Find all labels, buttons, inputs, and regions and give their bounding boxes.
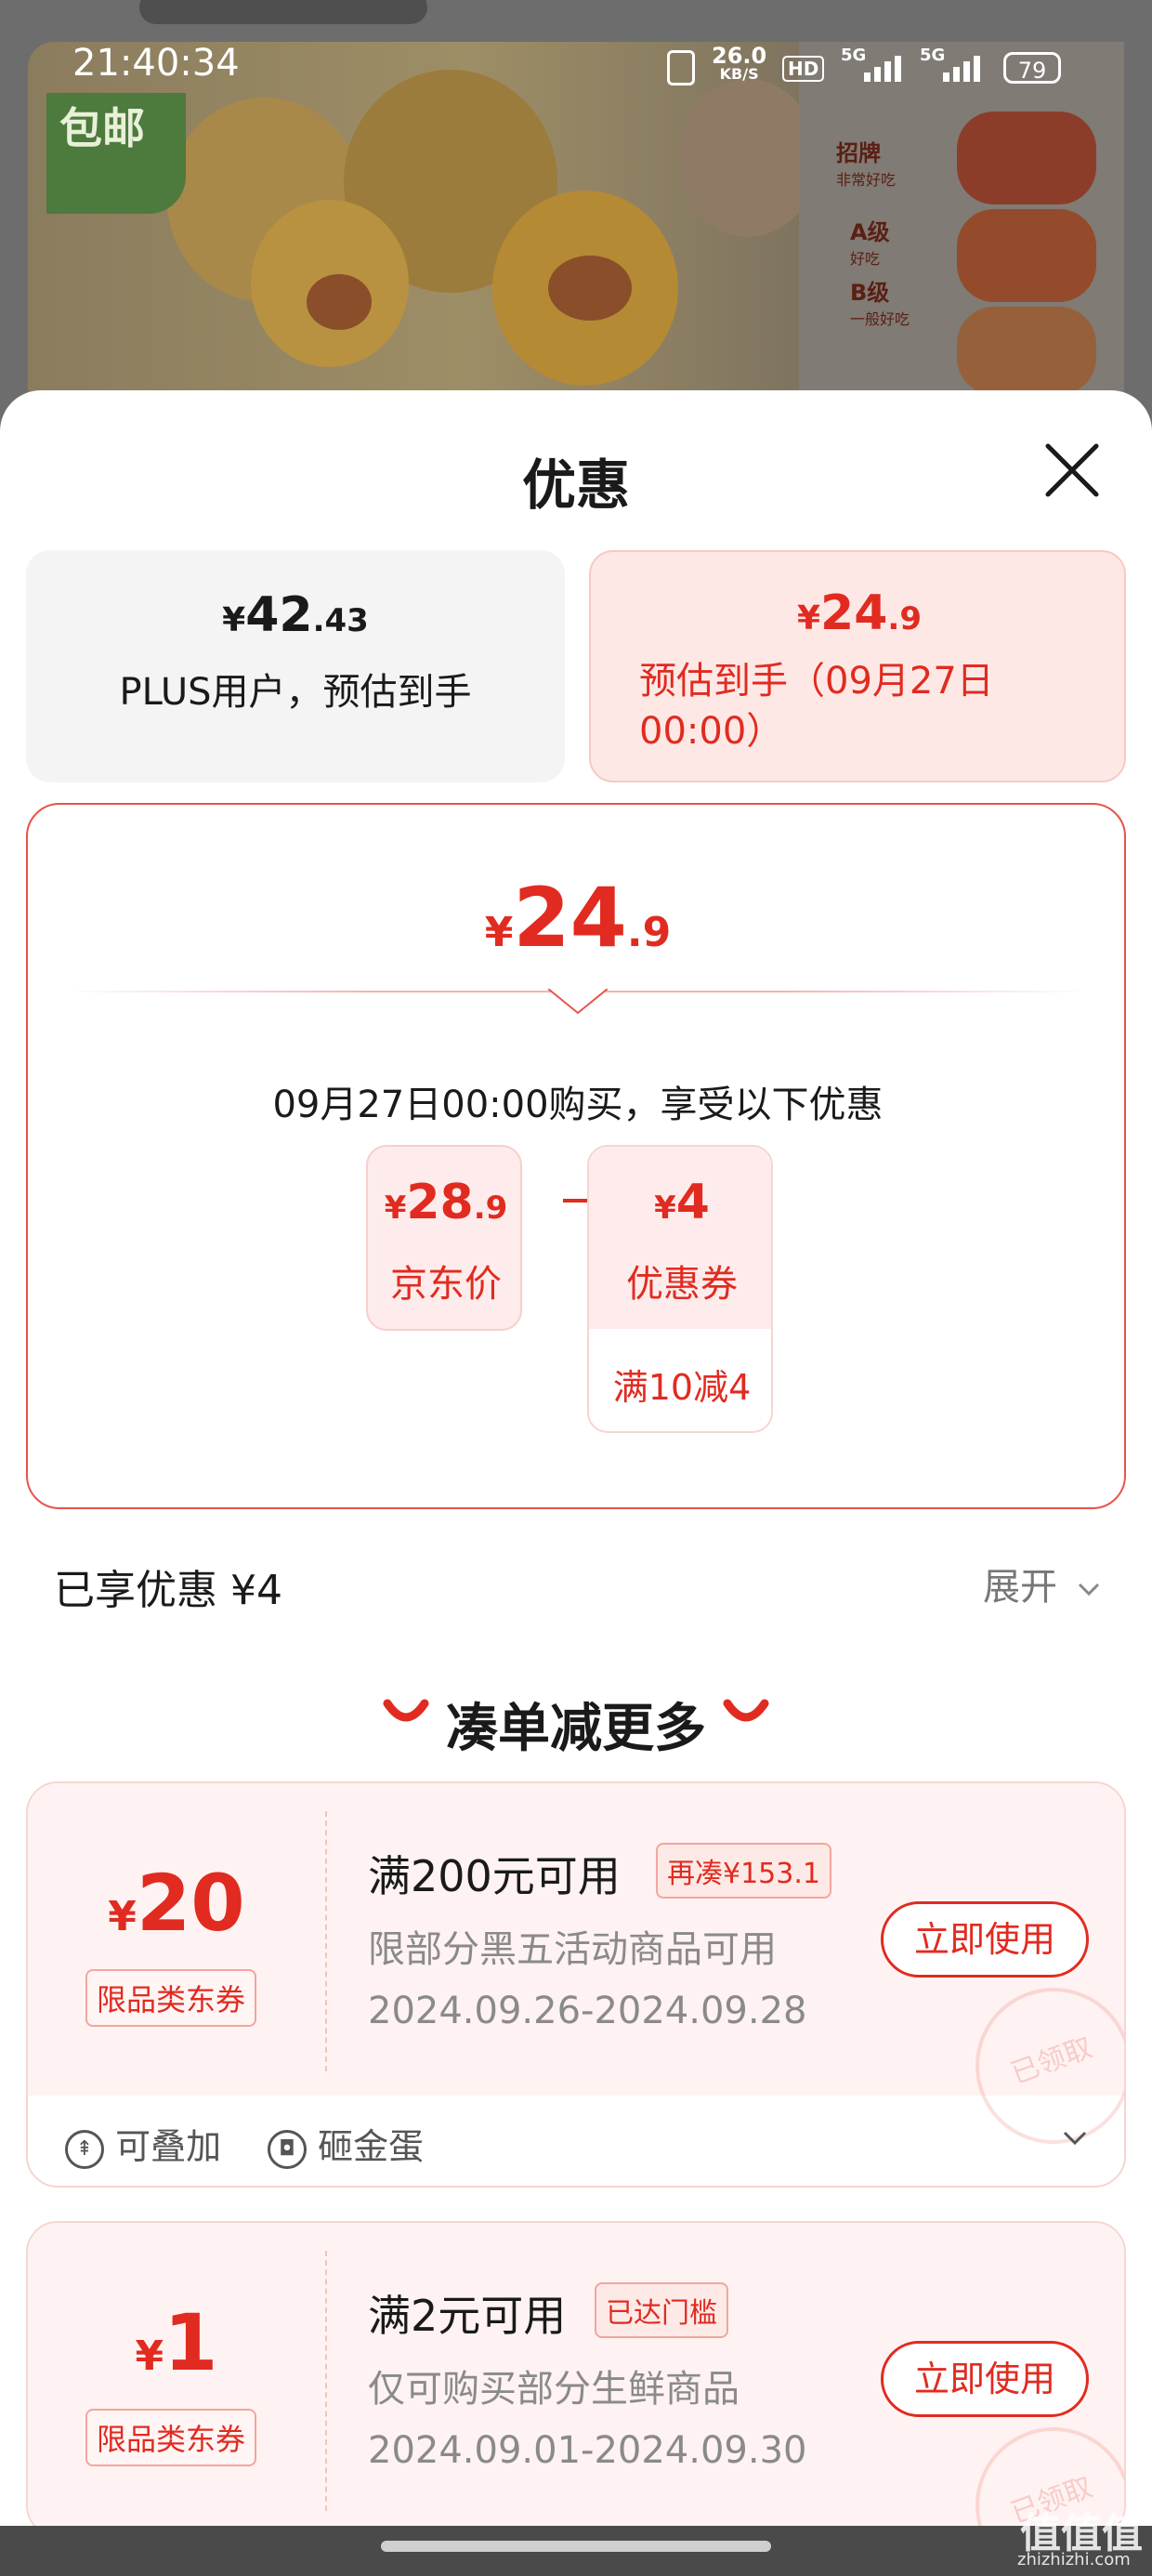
- grade-label: B级: [850, 280, 890, 306]
- grade-sub: 非常好吃: [836, 171, 897, 189]
- estimated-price-card[interactable]: ¥24.9 预估到手（09月27日 00:00）: [589, 550, 1126, 782]
- chevron-down-icon: [1078, 1583, 1099, 1597]
- coupon-title: 满200元可用: [368, 1851, 621, 1901]
- net-speed: 26.0: [712, 43, 767, 69]
- est-price-int: 24: [820, 585, 888, 641]
- coupon-type-tag: 限品类东券: [85, 2409, 257, 2466]
- stackable-label: 可叠加: [115, 2126, 222, 2167]
- net-type-1: 5G: [841, 46, 867, 65]
- divider: [325, 2251, 327, 2511]
- status-time: 21:40:34: [72, 42, 240, 85]
- coupon-rule: 满10减4: [612, 1367, 752, 1408]
- signal-icon: [943, 56, 980, 82]
- use-now-button[interactable]: 立即使用: [881, 1901, 1089, 1978]
- coupon-amount: 4: [675, 1175, 710, 1230]
- est-price-label-1: 预估到手（09月27日: [639, 660, 994, 703]
- vibrate-icon: [667, 50, 695, 85]
- sheet-title: 优惠: [521, 453, 630, 517]
- enjoyed-discount: 已享优惠 ¥4: [54, 1567, 282, 1614]
- home-indicator[interactable]: [381, 2541, 771, 2552]
- plus-price-int: 42: [245, 587, 313, 643]
- expand-label: 展开: [983, 1566, 1057, 1609]
- coupon-label: 优惠券: [626, 1263, 738, 1306]
- golden-egg-icon: ◘: [268, 2129, 307, 2169]
- use-now-button[interactable]: 立即使用: [881, 2341, 1089, 2417]
- coupon-badge: 再凑¥153.1: [656, 1843, 831, 1899]
- pointer-notch-icon: [548, 987, 608, 1015]
- grade-sub: 一般好吃: [850, 310, 910, 328]
- purchase-desc: 09月27日00:00购买，享受以下优惠: [272, 1084, 884, 1126]
- grade-label: A级: [850, 219, 890, 245]
- jd-price-box: ¥28.9 京东价: [366, 1145, 522, 1331]
- jd-price-int: 28: [406, 1175, 474, 1230]
- currency-symbol: ¥: [108, 1893, 137, 1940]
- currency-symbol: ¥: [222, 601, 246, 639]
- est-price-dec: .9: [887, 600, 922, 637]
- divider: [325, 1811, 327, 2071]
- net-unit: KB/S: [719, 65, 759, 83]
- golden-egg-label: 砸金蛋: [318, 2126, 425, 2167]
- golden-egg-group: ◘ 砸金蛋: [268, 2118, 424, 2169]
- jd-price-dec: .9: [473, 1189, 508, 1227]
- est-price-label-2: 00:00）: [639, 710, 784, 753]
- coupon-card[interactable]: ¥20 限品类东券 满200元可用 再凑¥153.1 限部分黑五活动商品可用 2…: [26, 1781, 1126, 2188]
- currency-symbol: ¥: [796, 599, 821, 637]
- battery-icon: 79: [1003, 52, 1061, 84]
- grade-sub: 好吃: [850, 250, 881, 268]
- smile-decoration-icon: [723, 1699, 769, 1722]
- jd-price-label: 京东价: [390, 1263, 502, 1306]
- coupon-badge: 已达门槛: [595, 2282, 728, 2338]
- plus-price-card[interactable]: ¥42.43 PLUS用户，预估到手: [26, 550, 565, 782]
- free-shipping-badge: 包邮: [46, 93, 186, 214]
- coupon-box: ¥4 优惠券 满10减4: [587, 1145, 773, 1433]
- top-pill: [139, 0, 427, 24]
- signal-icon: [864, 56, 901, 82]
- plus-price-dec: .43: [312, 602, 369, 639]
- coupon-type-tag: 限品类东券: [85, 1969, 257, 2027]
- section-title: 凑单减更多: [446, 1699, 706, 1759]
- hd-icon: HD: [782, 56, 825, 82]
- price-breakdown-card: ¥24.9 09月27日00:00购买，享受以下优惠: [26, 803, 1126, 1509]
- grade-label: 招牌: [836, 140, 881, 166]
- chevron-down-icon[interactable]: [1059, 2127, 1091, 2149]
- close-icon[interactable]: [1039, 437, 1106, 504]
- currency-symbol: ¥: [135, 2333, 164, 2380]
- watermark-site: zhizhizhi.com: [1017, 2550, 1131, 2569]
- currency-symbol: ¥: [654, 1189, 676, 1227]
- coupon-desc: 仅可购买部分生鲜商品: [368, 2368, 740, 2411]
- currency-symbol: ¥: [484, 909, 514, 956]
- coupon-title: 满2元可用: [368, 2291, 567, 2341]
- currency-symbol: ¥: [384, 1189, 407, 1227]
- coupon-period: 2024.09.26-2024.09.28: [368, 1990, 807, 2032]
- final-price-dec: .9: [626, 909, 672, 956]
- coupon-amount: 1: [164, 2297, 218, 2388]
- expand-button[interactable]: 展开: [983, 1557, 1103, 1610]
- plus-price-label: PLUS用户，预估到手: [119, 671, 472, 714]
- stack-icon: ⇞: [65, 2129, 104, 2169]
- net-type-2: 5G: [920, 46, 946, 65]
- coupon-amount: 20: [136, 1858, 245, 1949]
- coupon-card[interactable]: ¥1 限品类东券 满2元可用 已达门槛 仅可购买部分生鲜商品 2024.09.0…: [26, 2221, 1126, 2537]
- stackable-label-group: ⇞ 可叠加: [65, 2118, 221, 2169]
- final-price-int: 24: [513, 870, 627, 966]
- coupon-period: 2024.09.01-2024.09.30: [368, 2429, 807, 2472]
- product-grade-chart: 招牌 非常好吃 A级 好吃 B级 一般好吃: [799, 42, 1124, 414]
- coupon-desc: 限部分黑五活动商品可用: [368, 1928, 777, 1971]
